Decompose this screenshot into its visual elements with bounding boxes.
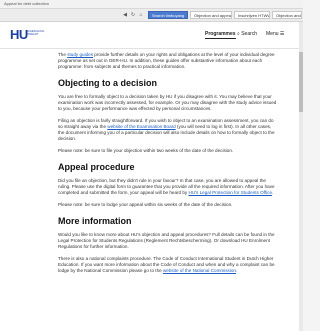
site-header: HU HOGESCHOOL UTRECHT Programmes ⌕ Searc…: [0, 22, 303, 49]
appeal-paragraph-1: Did you file an objection, but they didn…: [58, 178, 278, 196]
nav-programmes[interactable]: Programmes: [205, 31, 236, 39]
more-info-paragraph-2: There is also a national complaints proc…: [58, 256, 278, 274]
refresh-icon[interactable]: ↻: [130, 12, 136, 18]
back-icon[interactable]: ◀: [122, 12, 128, 18]
logo-subtext: HOGESCHOOL UTRECHT: [26, 30, 45, 36]
tab-objection-2[interactable]: Objection and...: [272, 11, 302, 19]
hu-logo[interactable]: HU HOGESCHOOL UTRECHT: [10, 28, 45, 42]
nav-search-label: Search: [241, 31, 258, 37]
objecting-heading: Objecting to a decision: [58, 78, 158, 88]
page-scrollbar[interactable]: [299, 22, 303, 331]
tab-search[interactable]: Search timbuyang: [148, 11, 188, 19]
objecting-note: Please note: be sure to file your object…: [58, 148, 234, 153]
main-content: The study guides provide further details…: [58, 52, 278, 280]
objecting-paragraph-1: You are free to formally object to a dec…: [58, 94, 277, 111]
objecting-paragraph-2: Filing an objection is fairly straightfo…: [58, 118, 278, 142]
web-page: HU HOGESCHOOL UTRECHT Programmes ⌕ Searc…: [0, 22, 303, 331]
tab-objection[interactable]: Objection and appeal - HU: [190, 11, 232, 19]
more-info-paragraph-1: Would you like to know more about HU's o…: [58, 232, 275, 249]
legal-protection-link[interactable]: HU's Legal Protection for Students Offic…: [189, 190, 273, 195]
more-p2-post: .: [235, 268, 238, 273]
examination-board-link[interactable]: website of the Examination Board: [107, 124, 175, 129]
nav-menu-label: Menu: [266, 31, 279, 37]
home-icon[interactable]: ⌂: [138, 12, 144, 18]
nav-search[interactable]: ⌕ Search: [237, 31, 257, 37]
window-title: Appeal for debt collection: [4, 1, 49, 6]
search-icon: ⌕: [237, 31, 240, 37]
window-titlebar: Appeal for debt collection: [0, 0, 303, 9]
hamburger-icon: ☰: [279, 31, 285, 37]
nav-menu[interactable]: Menu ☰: [266, 31, 284, 37]
browser-toolbar: ◀ ↻ ⌂ Search timbuyang Objection and app…: [0, 9, 303, 22]
intro-paragraph: The study guides provide further details…: [58, 52, 278, 70]
appeal-note: Please note: be sure to lodge your appea…: [58, 202, 233, 207]
scrollbar-thumb[interactable]: [299, 52, 303, 112]
appeal-heading: Appeal procedure: [58, 162, 135, 172]
national-commission-link[interactable]: website of the National Commission: [163, 268, 236, 273]
tab-inschrijven[interactable]: Inschrijven HTWWC: [234, 11, 270, 19]
more-info-heading: More information: [58, 216, 132, 226]
study-guides-link[interactable]: study guides: [67, 52, 93, 57]
appeal-p1-post: .: [272, 190, 274, 195]
intro-text-pre: The: [58, 52, 68, 57]
